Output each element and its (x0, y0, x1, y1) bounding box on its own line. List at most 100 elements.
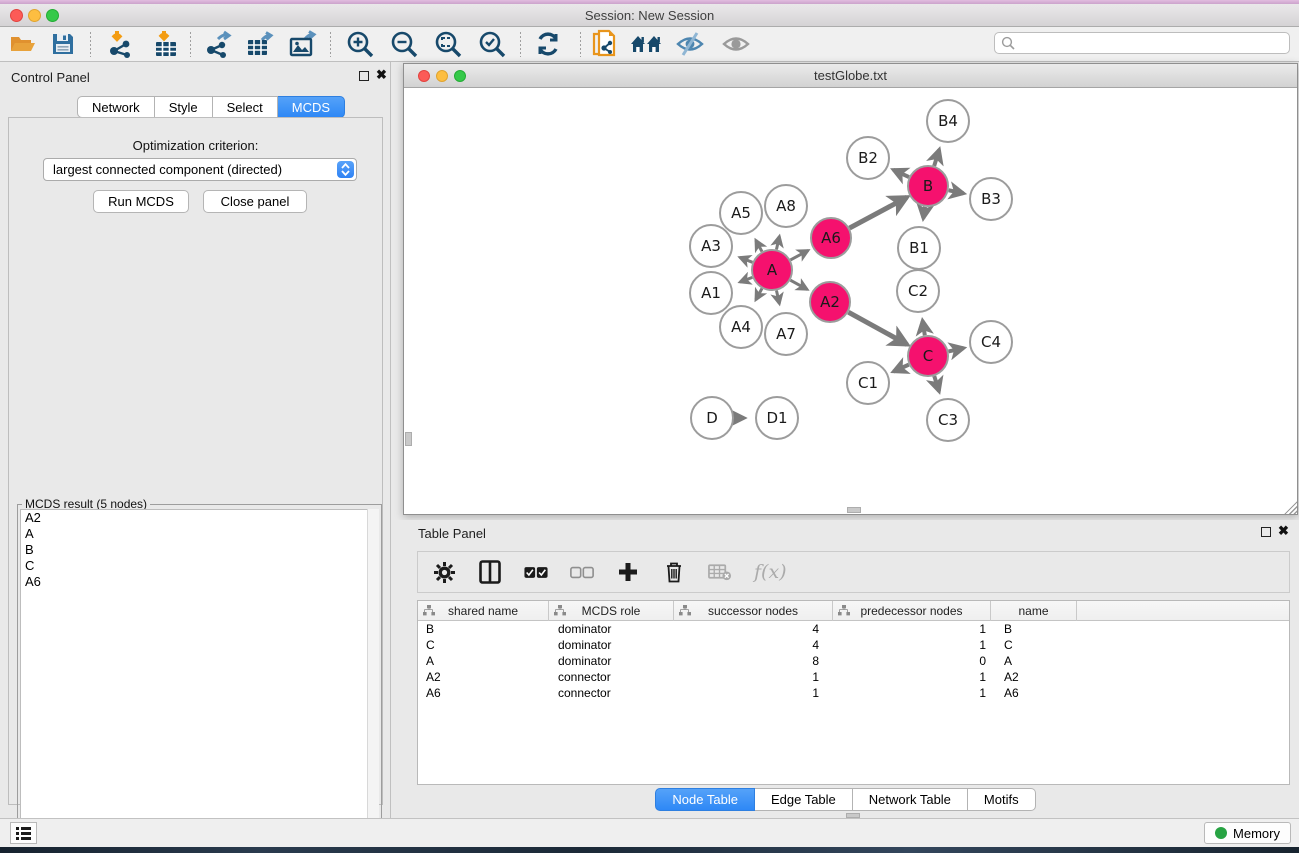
network-from-selection-button[interactable] (586, 29, 624, 59)
column-header-shared-name[interactable]: shared name (418, 601, 549, 621)
task-history-button[interactable] (10, 822, 37, 844)
graph-edge-C-C1[interactable] (894, 365, 909, 372)
export-image-button[interactable] (284, 29, 322, 59)
graph-edge-C-C4[interactable] (948, 348, 963, 351)
table-cell[interactable]: A (991, 653, 1077, 669)
show-columns-button[interactable] (478, 560, 502, 584)
table-cell[interactable]: connector (549, 669, 674, 685)
canvas-vertical-scroll-handle[interactable] (405, 432, 412, 446)
column-header-name[interactable]: name (991, 601, 1077, 621)
graph-edge-B-B3[interactable] (949, 190, 964, 193)
search-box[interactable] (994, 32, 1290, 54)
search-input[interactable] (1015, 36, 1289, 50)
table-cell[interactable]: 0 (833, 653, 991, 669)
graph-edge-B-B4[interactable] (934, 150, 939, 166)
table-cell[interactable]: B (418, 621, 549, 637)
table-cell[interactable]: 1 (674, 669, 833, 685)
settings-gear-button[interactable] (432, 560, 456, 584)
mcds-result-item[interactable]: A6 (21, 574, 367, 590)
tab-select[interactable]: Select (213, 96, 278, 118)
export-table-button[interactable] (241, 29, 279, 59)
table-row[interactable]: Adominator80A (418, 653, 1289, 669)
graph-edge-A-A6[interactable] (790, 250, 808, 260)
mcds-result-item[interactable]: A (21, 526, 367, 542)
add-column-button[interactable] (616, 560, 640, 584)
open-session-button[interactable] (4, 29, 42, 59)
import-network-button[interactable] (101, 29, 139, 59)
table-row[interactable]: Bdominator41B (418, 621, 1289, 637)
window-resize-grip[interactable] (1284, 501, 1297, 514)
mcds-result-item[interactable]: A2 (21, 510, 367, 526)
home-button[interactable] (628, 29, 666, 59)
network-canvas[interactable]: B4B2BB3A5A8A6A3B1AA1C2A2A4A7C4CC1C3DD1 (404, 89, 1297, 514)
run-mcds-button[interactable]: Run MCDS (93, 190, 189, 213)
select-all-button[interactable] (524, 560, 548, 584)
table-cell[interactable]: A (418, 653, 549, 669)
criterion-dropdown[interactable]: largest connected component (directed) (43, 158, 357, 181)
table-cell[interactable]: 4 (674, 621, 833, 637)
tab-style[interactable]: Style (155, 96, 213, 118)
import-table-button[interactable] (147, 29, 185, 59)
canvas-horizontal-scroll-handle[interactable] (847, 507, 861, 513)
graph-edge-A-A2[interactable] (790, 280, 807, 289)
memory-button[interactable]: Memory (1204, 822, 1291, 844)
graph-edge-A-A4[interactable] (756, 288, 762, 299)
table-cell[interactable]: 4 (674, 637, 833, 653)
apply-layout-button[interactable] (529, 29, 567, 59)
graph-edge-B-B2[interactable] (893, 170, 909, 177)
table-cell[interactable]: A6 (418, 685, 549, 701)
table-cell[interactable]: 1 (833, 637, 991, 653)
graph-edge-A2-C[interactable] (848, 312, 907, 344)
hide-selected-button[interactable] (671, 29, 709, 59)
tab-network-table[interactable]: Network Table (853, 788, 968, 811)
graph-edge-A-A8[interactable] (776, 236, 779, 249)
table-cell[interactable]: dominator (549, 637, 674, 653)
graph-edge-A6-B[interactable] (850, 197, 907, 228)
table-cell[interactable]: C (991, 637, 1077, 653)
column-header-MCDS-role[interactable]: MCDS role (549, 601, 674, 621)
save-session-button[interactable] (44, 29, 82, 59)
table-cell[interactable]: dominator (549, 653, 674, 669)
close-table-panel-icon[interactable]: ✖ (1278, 523, 1289, 539)
mcds-result-list[interactable]: A2ABCA6 (20, 509, 368, 846)
table-row[interactable]: Cdominator41C (418, 637, 1289, 653)
close-panel-button[interactable]: Close panel (203, 190, 307, 213)
tab-motifs[interactable]: Motifs (968, 788, 1036, 811)
delete-column-button[interactable] (662, 560, 686, 584)
tab-network[interactable]: Network (77, 96, 155, 118)
table-cell[interactable]: C (418, 637, 549, 653)
zoom-in-button[interactable] (341, 29, 379, 59)
table-cell[interactable]: 1 (833, 669, 991, 685)
column-header-predecessor-nodes[interactable]: predecessor nodes (833, 601, 991, 621)
close-panel-icon[interactable]: ✖ (376, 67, 387, 83)
mcds-result-item[interactable]: C (21, 558, 367, 574)
graph-edge-A-A3[interactable] (740, 257, 753, 262)
table-row[interactable]: A6connector11A6 (418, 685, 1289, 701)
graph-edge-B-B1[interactable] (923, 207, 925, 219)
function-builder-button[interactable]: f(x) (754, 561, 787, 583)
graph-edge-A-A1[interactable] (740, 277, 752, 282)
show-all-button[interactable] (717, 29, 755, 59)
zoom-selected-button[interactable] (473, 29, 511, 59)
tab-mcds[interactable]: MCDS (278, 96, 345, 118)
column-header-successor-nodes[interactable]: successor nodes (674, 601, 833, 621)
table-cell[interactable]: 1 (674, 685, 833, 701)
table-cell[interactable]: A6 (991, 685, 1077, 701)
deselect-all-button[interactable] (570, 560, 594, 584)
tab-node-table[interactable]: Node Table (655, 788, 755, 811)
table-cell[interactable]: A2 (418, 669, 549, 685)
graph-edge-A-A7[interactable] (776, 291, 779, 304)
table-cell[interactable]: 1 (833, 685, 991, 701)
float-panel-icon[interactable] (359, 71, 369, 81)
mcds-result-item[interactable]: B (21, 542, 367, 558)
tab-edge-table[interactable]: Edge Table (755, 788, 853, 811)
zoom-fit-button[interactable] (429, 29, 467, 59)
table-cell[interactable]: A2 (991, 669, 1077, 685)
mcds-result-scrollbar[interactable] (367, 509, 379, 846)
graph-edge-C-C3[interactable] (934, 376, 939, 391)
export-network-button[interactable] (198, 29, 236, 59)
float-table-panel-icon[interactable] (1261, 527, 1271, 537)
table-cell[interactable]: 8 (674, 653, 833, 669)
graph-edge-A-A5[interactable] (756, 240, 762, 251)
zoom-out-button[interactable] (385, 29, 423, 59)
